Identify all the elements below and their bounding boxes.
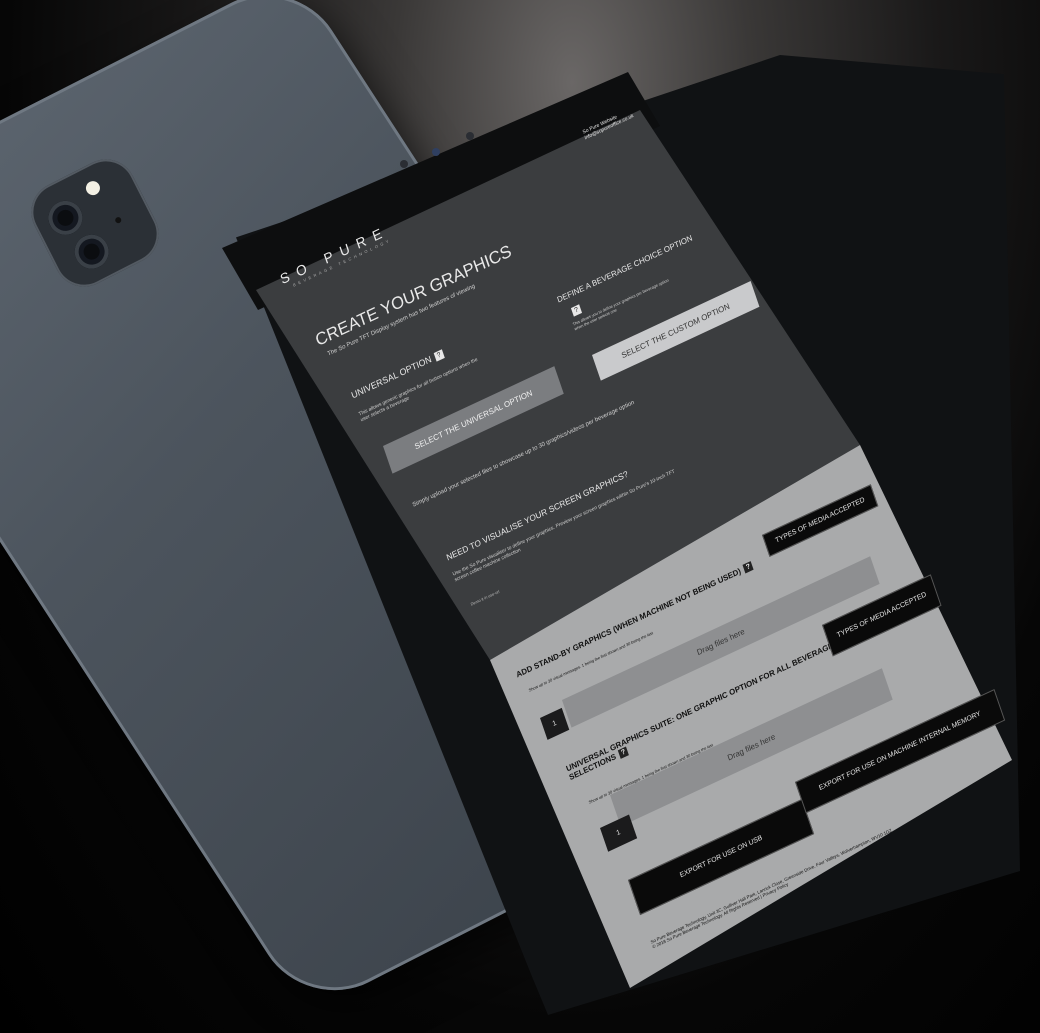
front-sensor-icon bbox=[432, 148, 440, 156]
front-camera-icon bbox=[466, 132, 474, 140]
scene: { "header": { "logo_text": "SO PURE", "l… bbox=[0, 0, 1040, 1033]
front-camera-icon bbox=[400, 160, 408, 168]
tablet-screen: SO PURE BEVERAGE TECHNOLOGY So Pure Webs… bbox=[0, 0, 1040, 1033]
